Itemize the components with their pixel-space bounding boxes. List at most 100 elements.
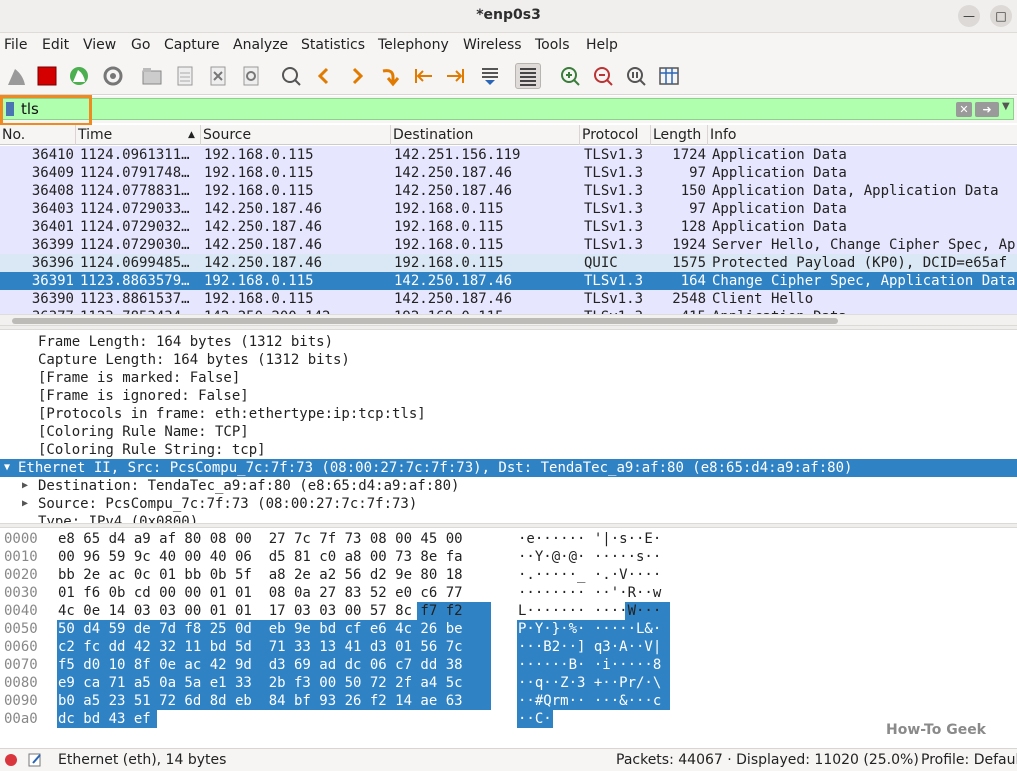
reload-file-button[interactable] <box>238 63 264 89</box>
collapsed-arrow-icon[interactable]: ▶ <box>22 477 28 495</box>
capture-options-icon <box>103 66 123 86</box>
menu-edit[interactable]: Edit <box>42 37 69 53</box>
menu-capture[interactable]: Capture <box>164 37 220 53</box>
collapsed-arrow-icon[interactable]: ▶ <box>22 495 28 513</box>
save-file-button[interactable] <box>172 63 198 89</box>
packet-row[interactable]: 36399 1124.0729030… 142.250.187.46 192.168.… <box>0 236 1017 254</box>
go-forward-button[interactable] <box>344 63 370 89</box>
bytes-hex[interactable]: e9 ca 71 a5 0a 5a e1 33 2b f3 00 50 72 2… <box>58 674 463 692</box>
detail-line[interactable]: [Coloring Rule Name: TCP] <box>0 423 1017 441</box>
bytes-ascii[interactable]: ·.·····_ ·.·V···· <box>518 566 661 584</box>
detail-source-row[interactable]: ▶ Source: PcsCompu_7c:7f:73 (08:00:27:7c… <box>0 495 1017 513</box>
menu-help[interactable]: Help <box>586 37 618 53</box>
packet-row[interactable]: 36403 1124.0729033… 142.250.187.46 192.168.… <box>0 200 1017 218</box>
packet-row[interactable]: 36410 1124.0961311… 192.168.0.115 142.251.1… <box>0 146 1017 164</box>
go-to-packet-button[interactable] <box>377 63 403 89</box>
column-protocol[interactable]: Protocol <box>580 125 651 145</box>
bytes-hex[interactable]: bb 2e ac 0c 01 bb 0b 5f a8 2e a2 56 d2 9… <box>58 566 463 584</box>
scrollbar-thumb[interactable] <box>12 318 838 324</box>
column-length[interactable]: Length <box>651 125 708 145</box>
autoscroll-button[interactable] <box>477 63 503 89</box>
go-first-packet-button[interactable] <box>410 63 436 89</box>
packet-cell-time: 1123.8861537… <box>80 291 190 307</box>
bytes-hex[interactable]: 50 d4 59 de 7d f8 25 0d eb 9e bd cf e6 4… <box>58 620 463 638</box>
zoom-in-button[interactable] <box>557 63 583 89</box>
pane-splitter-bottom[interactable] <box>0 523 1017 528</box>
find-packet-button[interactable] <box>278 63 304 89</box>
colorize-button[interactable] <box>515 63 541 89</box>
detail-line[interactable]: Frame Length: 164 bytes (1312 bits) <box>0 333 1017 351</box>
pane-splitter-top[interactable] <box>0 325 1017 330</box>
detail-ethernet-row[interactable]: ▼ Ethernet II, Src: PcsCompu_7c:7f:73 (0… <box>0 459 1017 477</box>
stop-capture-button[interactable] <box>34 63 60 89</box>
bytes-hex[interactable]: 00 96 59 9c 40 00 40 06 d5 81 c0 a8 00 7… <box>58 548 463 566</box>
menu-view[interactable]: View <box>83 37 116 53</box>
menu-statistics[interactable]: Statistics <box>301 37 365 53</box>
menu-wireless[interactable]: Wireless <box>463 37 522 53</box>
packet-row[interactable]: 36401 1124.0729032… 142.250.187.46 192.168.… <box>0 218 1017 236</box>
open-file-button[interactable] <box>139 63 165 89</box>
bytes-hex[interactable]: f5 d0 10 8f 0e ac 42 9d d3 69 ad dc 06 c… <box>58 656 463 674</box>
bytes-ascii[interactable]: ·e······ '|·s··E· <box>518 530 661 548</box>
status-bar: Ethernet (eth), 14 bytes Packets: 44067 … <box>0 748 1017 771</box>
menu-telephony[interactable]: Telephony <box>378 37 449 53</box>
bytes-ascii[interactable]: ···B2··] q3·A··V| <box>518 638 661 656</box>
packet-cell-info: Change Cipher Spec, Application Data <box>712 273 1016 289</box>
bytes-hex[interactable]: e8 65 d4 a9 af 80 08 00 27 7c 7f 73 08 0… <box>58 530 463 548</box>
detail-line[interactable]: [Frame is marked: False] <box>0 369 1017 387</box>
detail-line[interactable]: Capture Length: 164 bytes (1312 bits) <box>0 351 1017 369</box>
detail-line[interactable]: [Coloring Rule String: tcp] <box>0 441 1017 459</box>
minimize-button[interactable]: — <box>958 5 980 27</box>
expert-info-icon[interactable] <box>4 753 18 771</box>
menu-file[interactable]: File <box>4 37 27 53</box>
display-filter-input[interactable]: tls ✕ ➜ ▼ <box>2 98 1014 120</box>
go-back-button[interactable] <box>311 63 337 89</box>
bytes-hex[interactable]: b0 a5 23 51 72 6d 8d eb 84 bf 93 26 f2 1… <box>58 692 463 710</box>
bytes-hex[interactable]: dc bd 43 ef <box>58 710 151 728</box>
bytes-hex[interactable]: 01 f6 0b cd 00 00 01 01 08 0a 27 83 52 e… <box>58 584 463 602</box>
start-capture-button[interactable] <box>3 63 29 89</box>
bytes-ascii[interactable]: ··C· <box>518 710 552 728</box>
maximize-button[interactable]: □ <box>990 5 1012 27</box>
filter-dropdown[interactable]: ▼ <box>1002 101 1010 112</box>
bytes-ascii[interactable]: L······· ····W··· <box>518 602 661 620</box>
column-time[interactable]: Time ▲ <box>76 125 201 145</box>
menu-tools[interactable]: Tools <box>535 37 570 53</box>
column-info[interactable]: Info <box>708 125 1017 145</box>
bytes-ascii[interactable]: P·Y·}·%· ·····L&· <box>518 620 661 638</box>
bytes-ascii[interactable]: ········ ··'·R··w <box>518 584 661 602</box>
capture-options-button[interactable] <box>100 63 126 89</box>
close-file-button[interactable] <box>205 63 231 89</box>
bytes-ascii[interactable]: ······B· ·i·····8 <box>518 656 661 674</box>
packet-row[interactable]: 36409 1124.0791748… 192.168.0.115 142.250.1… <box>0 164 1017 182</box>
go-last-packet-button[interactable] <box>443 63 469 89</box>
bytes-hex[interactable]: 4c 0e 14 03 03 00 01 01 17 03 03 00 57 8… <box>58 602 463 620</box>
zoom-reset-button[interactable] <box>623 63 649 89</box>
column-no[interactable]: No. <box>0 125 76 145</box>
resize-columns-button[interactable] <box>656 63 682 89</box>
detail-destination-row[interactable]: ▶ Destination: TendaTec_a9:af:80 (e8:65:… <box>0 477 1017 495</box>
zoom-out-button[interactable] <box>590 63 616 89</box>
restart-capture-button[interactable] <box>66 63 92 89</box>
packet-row[interactable]: 36390 1123.8861537… 192.168.0.115 142.250.1… <box>0 290 1017 308</box>
detail-line[interactable]: [Frame is ignored: False] <box>0 387 1017 405</box>
capture-comment-icon[interactable] <box>27 752 43 771</box>
packet-row[interactable]: 36408 1124.0778831… 192.168.0.115 142.250.1… <box>0 182 1017 200</box>
status-profile[interactable]: Profile: Default <box>921 752 1017 768</box>
packet-row[interactable]: 36396 1124.0699485… 142.250.187.46 192.168.… <box>0 254 1017 272</box>
watermark-logo: How-To Geek <box>886 722 986 738</box>
clear-filter-button[interactable]: ✕ <box>956 102 972 117</box>
packet-row[interactable]: 36391 1123.8863579… 192.168.0.115 142.250.1… <box>0 272 1017 290</box>
menu-go[interactable]: Go <box>131 37 150 53</box>
go-back-icon <box>317 67 329 85</box>
expanded-arrow-icon[interactable]: ▼ <box>4 459 10 477</box>
detail-line[interactable]: [Protocols in frame: eth:ethertype:ip:tc… <box>0 405 1017 423</box>
column-source[interactable]: Source <box>201 125 391 145</box>
bytes-ascii[interactable]: ··q··Z·3 +··Pr/·\ <box>518 674 661 692</box>
column-destination[interactable]: Destination <box>391 125 580 145</box>
menu-analyze[interactable]: Analyze <box>233 37 288 53</box>
apply-filter-button[interactable]: ➜ <box>975 102 999 117</box>
bytes-ascii[interactable]: ··#Qrm·· ···&···c <box>518 692 661 710</box>
bytes-hex[interactable]: c2 fc dd 42 32 11 bd 5d 71 33 13 41 d3 0… <box>58 638 463 656</box>
bytes-ascii[interactable]: ··Y·@·@· ·····s·· <box>518 548 661 566</box>
